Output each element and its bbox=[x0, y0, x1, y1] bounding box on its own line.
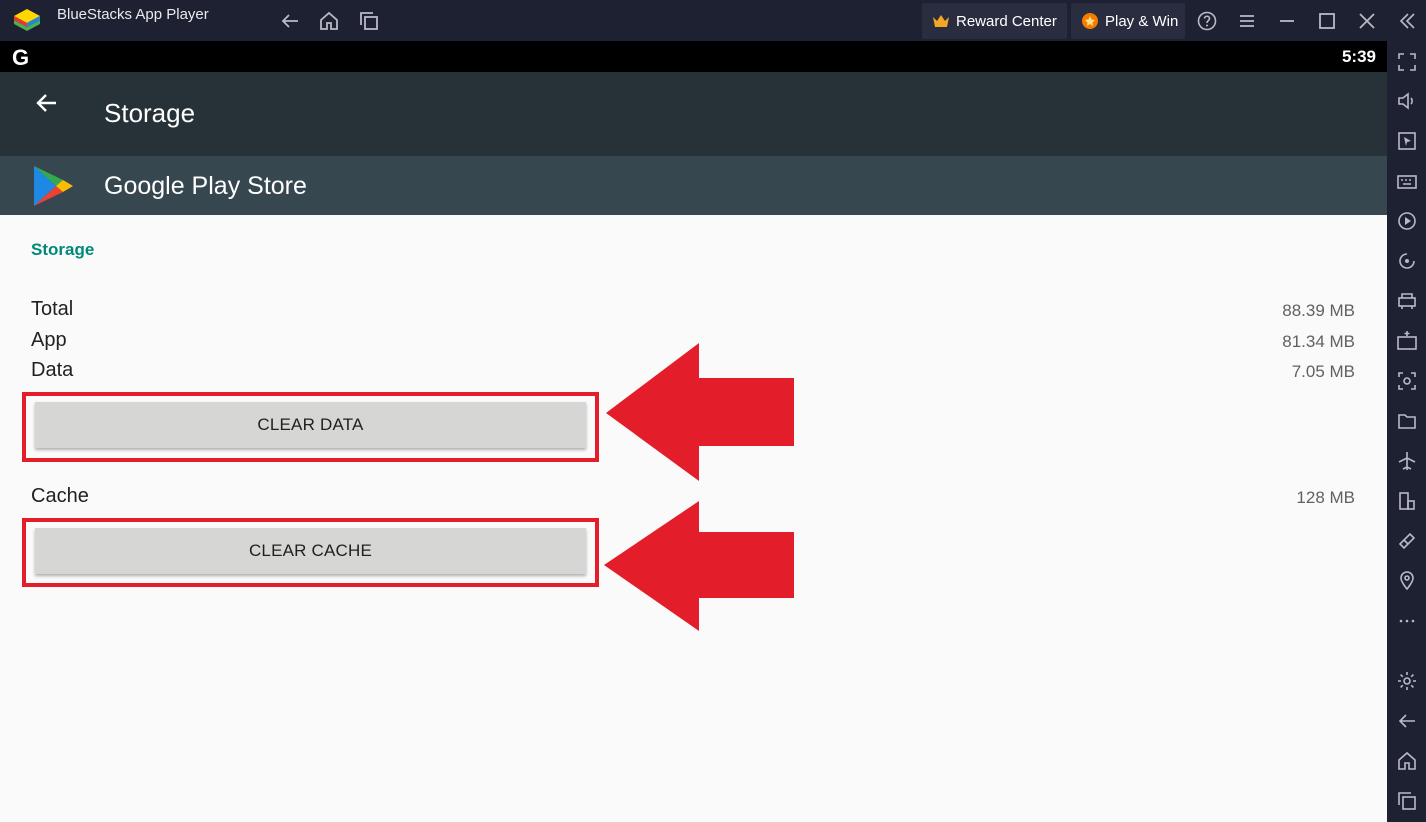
red-arrow-annotation bbox=[606, 343, 794, 481]
window-title-bar: BlueStacks App Player Reward Center Play… bbox=[0, 0, 1426, 41]
row-value-data: 7.05 MB bbox=[1291, 362, 1355, 381]
close-icon[interactable] bbox=[1356, 10, 1378, 32]
app-bar: Storage bbox=[0, 72, 1387, 156]
clear-data-button[interactable]: CLEAR DATA bbox=[35, 402, 586, 448]
crown-icon bbox=[933, 15, 949, 27]
play-win-label: Play & Win bbox=[1105, 12, 1179, 30]
fullscreen-icon[interactable] bbox=[1396, 51, 1418, 73]
home-icon[interactable] bbox=[318, 10, 340, 32]
screenshot-icon[interactable] bbox=[1396, 370, 1418, 392]
row-label-total: Total bbox=[31, 298, 74, 320]
phone-layout-icon[interactable] bbox=[1396, 490, 1418, 512]
row-label-cache: Cache bbox=[31, 485, 89, 507]
volume-icon[interactable] bbox=[1396, 90, 1418, 112]
row-label-app: App bbox=[31, 329, 67, 351]
macro-play-icon[interactable] bbox=[1396, 210, 1418, 232]
cursor-icon[interactable] bbox=[1396, 130, 1418, 152]
menu-icon[interactable] bbox=[1236, 10, 1258, 32]
folder-icon[interactable] bbox=[1396, 410, 1418, 432]
storage-content: Storage Total 88.39 MB App 81.34 MB Data… bbox=[0, 215, 1387, 822]
settings-icon[interactable] bbox=[1396, 670, 1418, 692]
multitask-icon[interactable] bbox=[358, 10, 380, 32]
reward-center-button[interactable]: Reward Center bbox=[922, 3, 1067, 39]
clear-cache-button[interactable]: CLEAR CACHE bbox=[35, 528, 586, 574]
eco-mode-icon[interactable] bbox=[1396, 530, 1418, 552]
bluestacks-logo bbox=[14, 9, 40, 31]
app-header: Google Play Store bbox=[0, 156, 1387, 215]
keyboard-icon[interactable] bbox=[1396, 170, 1418, 192]
row-value-cache: 128 MB bbox=[1296, 488, 1355, 507]
location-icon[interactable] bbox=[1396, 570, 1418, 592]
window-title: BlueStacks App Player bbox=[57, 6, 209, 23]
red-arrow-annotation bbox=[604, 501, 794, 631]
page-title: Storage bbox=[104, 98, 196, 128]
back-icon[interactable] bbox=[1396, 710, 1418, 732]
collapse-sidebar-icon[interactable] bbox=[1396, 10, 1418, 32]
maximize-icon[interactable] bbox=[1316, 10, 1338, 32]
minimize-icon[interactable] bbox=[1276, 10, 1298, 32]
play-win-icon bbox=[1082, 13, 1098, 29]
play-store-icon bbox=[34, 166, 73, 206]
android-status-bar: G 5:39 bbox=[0, 41, 1387, 72]
home-icon[interactable] bbox=[1396, 750, 1418, 772]
google-g-icon: G bbox=[12, 45, 30, 70]
play-win-button[interactable]: Play & Win bbox=[1071, 3, 1185, 39]
airplane-icon[interactable] bbox=[1396, 450, 1418, 472]
more-icon[interactable] bbox=[1396, 610, 1418, 632]
row-value-app: 81.34 MB bbox=[1282, 332, 1355, 351]
back-arrow-icon[interactable] bbox=[34, 90, 60, 116]
reward-center-label: Reward Center bbox=[956, 12, 1057, 30]
row-value-total: 88.39 MB bbox=[1282, 301, 1355, 320]
section-header-storage: Storage bbox=[31, 240, 95, 259]
apk-install-icon[interactable] bbox=[1396, 330, 1418, 352]
multi-instance-icon[interactable] bbox=[1396, 290, 1418, 312]
status-time: 5:39 bbox=[1341, 47, 1376, 66]
rotate-sync-icon[interactable] bbox=[1396, 250, 1418, 272]
recents-icon[interactable] bbox=[1396, 790, 1418, 812]
row-label-data: Data bbox=[31, 359, 74, 381]
help-icon[interactable] bbox=[1196, 10, 1218, 32]
right-sidebar bbox=[1387, 41, 1426, 822]
app-name: Google Play Store bbox=[104, 172, 307, 200]
back-arrow-icon[interactable] bbox=[279, 10, 301, 32]
